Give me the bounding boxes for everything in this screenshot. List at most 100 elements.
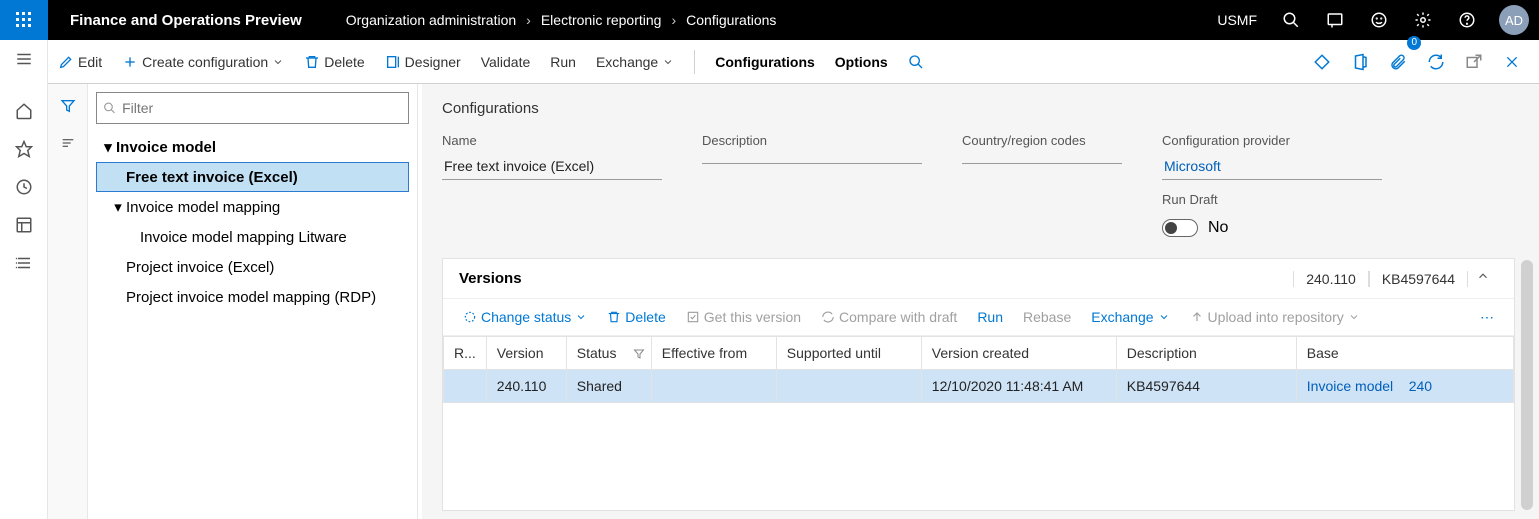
change-status-button[interactable]: Change status bbox=[453, 303, 597, 331]
avatar[interactable]: AD bbox=[1499, 5, 1529, 35]
version-run-button[interactable]: Run bbox=[967, 303, 1013, 331]
chevron-down-icon bbox=[1158, 311, 1170, 323]
funnel-icon[interactable] bbox=[633, 347, 645, 363]
gear-icon[interactable] bbox=[1401, 0, 1445, 40]
field-name-value[interactable]: Free text invoice (Excel) bbox=[442, 154, 662, 180]
workspaces-icon[interactable] bbox=[0, 206, 48, 244]
breadcrumb: Organization administration › Electronic… bbox=[344, 12, 779, 28]
col-supported[interactable]: Supported until bbox=[776, 337, 921, 370]
get-this-version-button: Get this version bbox=[676, 303, 811, 331]
office-icon[interactable] bbox=[1341, 40, 1379, 84]
chevron-right-icon: › bbox=[663, 12, 684, 28]
tab-configurations[interactable]: Configurations bbox=[705, 40, 825, 84]
col-base[interactable]: Base bbox=[1296, 337, 1513, 370]
base-link[interactable]: Invoice model bbox=[1307, 378, 1393, 394]
delete-button[interactable]: Delete bbox=[294, 40, 374, 84]
edit-button[interactable]: Edit bbox=[48, 40, 112, 84]
filter-pane bbox=[48, 84, 88, 519]
collapse-icon[interactable]: ▾ bbox=[100, 138, 116, 156]
col-description[interactable]: Description bbox=[1116, 337, 1296, 370]
favorite-icon[interactable] bbox=[0, 130, 48, 168]
field-name: Name Free text invoice (Excel) bbox=[442, 133, 662, 242]
table-row[interactable]: 240.110 Shared 12/10/2020 11:48:41 AM KB… bbox=[444, 370, 1514, 403]
app-launcher-icon[interactable] bbox=[0, 0, 48, 40]
filter-input[interactable] bbox=[122, 100, 402, 116]
rebase-button: Rebase bbox=[1013, 303, 1081, 331]
navigation-rail bbox=[0, 40, 48, 519]
version-delete-button[interactable]: Delete bbox=[597, 303, 675, 331]
search-icon[interactable] bbox=[1269, 0, 1313, 40]
versions-summary-version: 240.110 bbox=[1293, 271, 1369, 287]
recent-icon[interactable] bbox=[0, 168, 48, 206]
create-configuration-button[interactable]: Create configuration bbox=[112, 40, 294, 84]
field-description: Description bbox=[702, 133, 922, 242]
scrollbar-thumb[interactable] bbox=[1521, 260, 1533, 510]
validate-button[interactable]: Validate bbox=[471, 40, 541, 84]
popout-icon[interactable] bbox=[1455, 40, 1493, 84]
designer-button[interactable]: Designer bbox=[375, 40, 471, 84]
col-version[interactable]: Version bbox=[486, 337, 566, 370]
versions-summary-kb: KB4597644 bbox=[1369, 271, 1468, 287]
tree-item-invoice-model-mapping[interactable]: ▾ Invoice model mapping bbox=[96, 192, 409, 222]
more-icon[interactable]: ⋯ bbox=[1472, 309, 1504, 326]
refresh-icon[interactable] bbox=[1417, 40, 1455, 84]
chevron-down-icon bbox=[1348, 311, 1360, 323]
chat-icon[interactable] bbox=[1313, 0, 1357, 40]
menu-icon[interactable] bbox=[0, 40, 48, 78]
chevron-right-icon: › bbox=[518, 12, 539, 28]
field-country: Country/region codes bbox=[962, 133, 1122, 242]
tree-item-free-text-invoice[interactable]: Free text invoice (Excel) bbox=[96, 162, 409, 192]
filter-box[interactable] bbox=[96, 92, 409, 124]
search-icon bbox=[103, 101, 116, 115]
run-button[interactable]: Run bbox=[540, 40, 586, 84]
attachments-icon[interactable]: 0 bbox=[1379, 40, 1417, 84]
versions-table: R... Version Status Effective from Suppo… bbox=[443, 336, 1514, 403]
funnel-icon[interactable] bbox=[60, 98, 76, 119]
app-header: Finance and Operations Preview Organizat… bbox=[0, 0, 1539, 40]
toolbar-search-icon[interactable] bbox=[898, 40, 934, 84]
field-provider: Configuration provider Microsoft Run Dra… bbox=[1162, 133, 1382, 242]
field-description-value[interactable] bbox=[702, 154, 922, 164]
chevron-down-icon bbox=[662, 56, 674, 68]
details-heading: Configurations bbox=[442, 100, 1519, 117]
delete-label: Delete bbox=[324, 54, 364, 70]
tab-options[interactable]: Options bbox=[825, 40, 898, 84]
collapse-icon[interactable] bbox=[1468, 269, 1498, 288]
chevron-down-icon bbox=[575, 311, 587, 323]
breadcrumb-item[interactable]: Configurations bbox=[684, 12, 778, 28]
field-country-value[interactable] bbox=[962, 154, 1122, 164]
compare-button: Compare with draft bbox=[811, 303, 967, 331]
feedback-icon[interactable] bbox=[1357, 0, 1401, 40]
collapse-icon[interactable]: ▾ bbox=[110, 198, 126, 216]
col-status[interactable]: Status bbox=[566, 337, 651, 370]
chevron-down-icon bbox=[272, 56, 284, 68]
diamond-icon[interactable] bbox=[1303, 40, 1341, 84]
modules-icon[interactable] bbox=[0, 244, 48, 282]
tree-root[interactable]: ▾ Invoice model bbox=[96, 132, 409, 162]
home-icon[interactable] bbox=[0, 92, 48, 130]
versions-card: Versions 240.110 KB4597644 Change status… bbox=[442, 258, 1515, 511]
exchange-button[interactable]: Exchange bbox=[586, 40, 684, 84]
upload-repository-button: Upload into repository bbox=[1180, 303, 1370, 331]
versions-title: Versions bbox=[459, 270, 1293, 287]
breadcrumb-item[interactable]: Electronic reporting bbox=[539, 12, 664, 28]
col-r[interactable]: R... bbox=[444, 337, 487, 370]
tree-item-mapping-litware[interactable]: Invoice model mapping Litware bbox=[96, 222, 409, 252]
tree-item-project-invoice-excel[interactable]: Project invoice (Excel) bbox=[96, 252, 409, 282]
version-exchange-button[interactable]: Exchange bbox=[1081, 303, 1179, 331]
run-draft-toggle[interactable]: No bbox=[1162, 219, 1228, 237]
list-icon[interactable] bbox=[60, 135, 76, 156]
col-created[interactable]: Version created bbox=[921, 337, 1116, 370]
field-provider-value[interactable]: Microsoft bbox=[1162, 154, 1382, 180]
edit-label: Edit bbox=[78, 54, 102, 70]
configuration-tree-panel: ▾ Invoice model Free text invoice (Excel… bbox=[88, 84, 418, 519]
breadcrumb-item[interactable]: Organization administration bbox=[344, 12, 518, 28]
close-icon[interactable] bbox=[1493, 40, 1531, 84]
company-code[interactable]: USMF bbox=[1205, 12, 1269, 28]
app-title: Finance and Operations Preview bbox=[48, 12, 324, 29]
base-num[interactable]: 240 bbox=[1409, 378, 1432, 394]
col-effective[interactable]: Effective from bbox=[651, 337, 776, 370]
tree-item-project-invoice-rdp[interactable]: Project invoice model mapping (RDP) bbox=[96, 282, 409, 312]
help-icon[interactable] bbox=[1445, 0, 1489, 40]
designer-label: Designer bbox=[405, 54, 461, 70]
